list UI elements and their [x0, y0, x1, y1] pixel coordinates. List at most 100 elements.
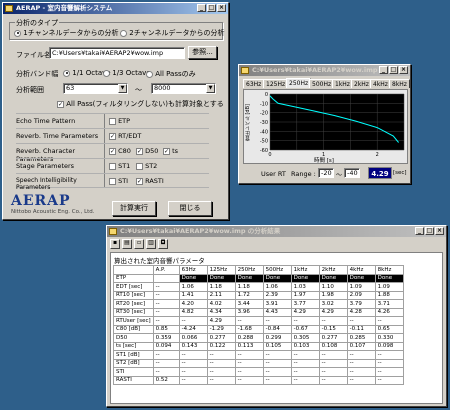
chevron-down-icon[interactable]: ▼	[118, 84, 127, 93]
main-window: AERAP - 室内音響解析システム _ □ × 分析のタイプ 1チャンネルデー…	[2, 2, 229, 220]
close-icon[interactable]: ×	[217, 4, 226, 12]
chk-st1[interactable]	[109, 162, 116, 170]
radio-band-1-1[interactable]	[63, 69, 70, 77]
tab-1khz[interactable]: 1kHz	[332, 79, 353, 88]
user-rt-label: User RT	[261, 170, 286, 178]
param-opt-rtedt[interactable]: ✓ RT/EDT	[109, 132, 141, 140]
param-opt-st2[interactable]: ST2	[136, 162, 157, 170]
chk-st2[interactable]	[136, 162, 143, 170]
param-opt-d50[interactable]: ✓ D50	[136, 147, 158, 155]
radio-band-allpass[interactable]	[146, 70, 153, 78]
table-cell: Done	[262, 273, 292, 283]
table-cell: --	[318, 375, 348, 385]
table-cell: 0.098	[374, 341, 404, 351]
tab-125hz[interactable]: 125Hz	[263, 79, 289, 88]
param-opt-rasti[interactable]: ✓ RASTI	[136, 177, 164, 185]
table-row: ST2 [dB] -- -- -- -- -- -- -- -- --	[113, 358, 404, 368]
x-axis-label: 時間 [s]	[314, 158, 334, 164]
table-cell: 0.288	[234, 333, 264, 343]
browse-button[interactable]: 参照...	[188, 46, 217, 59]
table-cell: 0.108	[318, 341, 348, 351]
param-opt-c80[interactable]: ✓ C80	[109, 147, 131, 155]
close-icon[interactable]: ×	[399, 66, 408, 74]
allpass-check[interactable]: ✓	[57, 100, 64, 108]
close-icon[interactable]: ×	[435, 227, 444, 235]
chk-c80[interactable]: ✓	[109, 147, 116, 155]
range-to-select[interactable]: 8000 ▼	[151, 83, 216, 94]
copy-icon[interactable]: ▫	[134, 239, 144, 249]
save-icon[interactable]: ▪	[110, 239, 120, 249]
range-from-select[interactable]: 63 ▼	[63, 83, 128, 94]
param-opt-ts[interactable]: ✓ ts	[163, 147, 178, 155]
row-header: ETP	[113, 273, 154, 283]
y-tick-label: -20	[260, 111, 268, 117]
maximize-icon[interactable]: □	[207, 4, 216, 12]
param-opt-etp[interactable]: ETP	[109, 117, 130, 125]
band-option-allpass[interactable]: All Passのみ	[146, 69, 196, 79]
chk-rtedt[interactable]: ✓	[109, 132, 116, 140]
graph-titlebar[interactable]: C:¥Users¥takai¥AERAP2¥wow.imp の 残響減衰 _ □…	[239, 65, 410, 76]
analysis-type-2ch[interactable]: 2チャンネルデータからの分析	[120, 28, 224, 38]
maximize-icon[interactable]: □	[425, 227, 434, 235]
row-header: ST2 [dB]	[113, 358, 154, 368]
tab-8khz[interactable]: 8kHz	[389, 79, 410, 88]
column-header: A.P.	[152, 265, 180, 275]
tab-63hz[interactable]: 63Hz	[243, 79, 265, 88]
allpass-checkbox[interactable]: ✓ All Pass(フィルタリングしない)も計算対象とする	[57, 99, 224, 109]
table-cell: 3.44	[234, 299, 264, 309]
table-cell: --	[374, 350, 404, 360]
tab-500hz[interactable]: 500Hz	[309, 79, 335, 88]
print-icon[interactable]: ▤	[122, 239, 132, 249]
radio-band-1-3[interactable]	[103, 69, 110, 77]
table-cell: --	[290, 316, 320, 326]
tab-2khz[interactable]: 2kHz	[351, 79, 372, 88]
table-cell: 4.28	[346, 307, 376, 317]
column-header: 500Hz	[262, 265, 292, 275]
param-row-etp: Echo Time Pattern ETP	[16, 113, 209, 128]
results-titlebar[interactable]: C:¥Users¥takai¥AERAP2¥wow.imp の分析結果 _ □ …	[107, 226, 446, 237]
maximize-icon[interactable]: □	[389, 66, 398, 74]
table-cell: 3.79	[346, 299, 376, 309]
chk-etp[interactable]	[109, 117, 116, 125]
table-cell: 0.65	[374, 324, 404, 334]
table-cell: 0.143	[178, 341, 208, 351]
tab-4khz[interactable]: 4kHz	[370, 79, 391, 88]
param-opt-sti[interactable]: STI	[109, 177, 128, 185]
radio-1ch[interactable]	[14, 29, 21, 37]
chevron-down-icon[interactable]: ▼	[206, 84, 215, 93]
chk-d50[interactable]: ✓	[136, 147, 143, 155]
rt-range-to-input[interactable]: -40	[344, 168, 360, 178]
chk-ts[interactable]: ✓	[163, 147, 170, 155]
table-cell: 0.105	[262, 341, 292, 351]
analysis-type-1ch[interactable]: 1チャンネルデータからの分析	[14, 28, 118, 38]
file-name-input[interactable]: C:¥Users¥takai¥AERAP2¥wow.imp	[49, 47, 185, 59]
graph-panel: 音圧レベル [dB] 0 -10 -20 -30 -40 -50 -60 012 時間 [s…	[243, 89, 408, 164]
chart-icon[interactable]: ▥	[146, 239, 156, 249]
close-button[interactable]: 閉じる	[168, 201, 212, 216]
table-cell: --	[262, 316, 292, 326]
table-row: D50 0.359 0.066 0.277 0.288 0.299 0.305 0.277 0.…	[113, 333, 404, 343]
table-cell: 1.88	[374, 290, 404, 300]
radio-2ch[interactable]	[120, 29, 127, 37]
export-icon[interactable]: ◘	[158, 239, 168, 249]
row-header: C80 [dB]	[113, 324, 154, 334]
table-cell: --	[152, 358, 180, 368]
table-cell: Done	[318, 273, 348, 283]
table-cell: 4.82	[178, 307, 208, 317]
table-cell: 3.02	[318, 299, 348, 309]
chk-rasti[interactable]: ✓	[136, 177, 143, 185]
table-cell: --	[318, 367, 348, 377]
rt-range-from-input[interactable]: -20	[318, 168, 334, 178]
minimize-icon[interactable]: _	[415, 227, 424, 235]
run-button[interactable]: 計算実行	[112, 201, 156, 216]
minimize-icon[interactable]: _	[197, 4, 206, 12]
chk-sti[interactable]	[109, 177, 116, 185]
table-cell: 4.02	[206, 299, 236, 309]
tab-250hz[interactable]: 250Hz	[286, 78, 312, 88]
minimize-icon[interactable]: _	[379, 66, 388, 74]
param-opt-st1[interactable]: ST1	[109, 162, 130, 170]
main-titlebar[interactable]: AERAP - 室内音響解析システム _ □ ×	[3, 3, 228, 14]
table-cell: --	[290, 367, 320, 377]
table-cell: --	[234, 367, 264, 377]
band-option-1-3[interactable]: 1/3 Octave	[103, 69, 151, 77]
